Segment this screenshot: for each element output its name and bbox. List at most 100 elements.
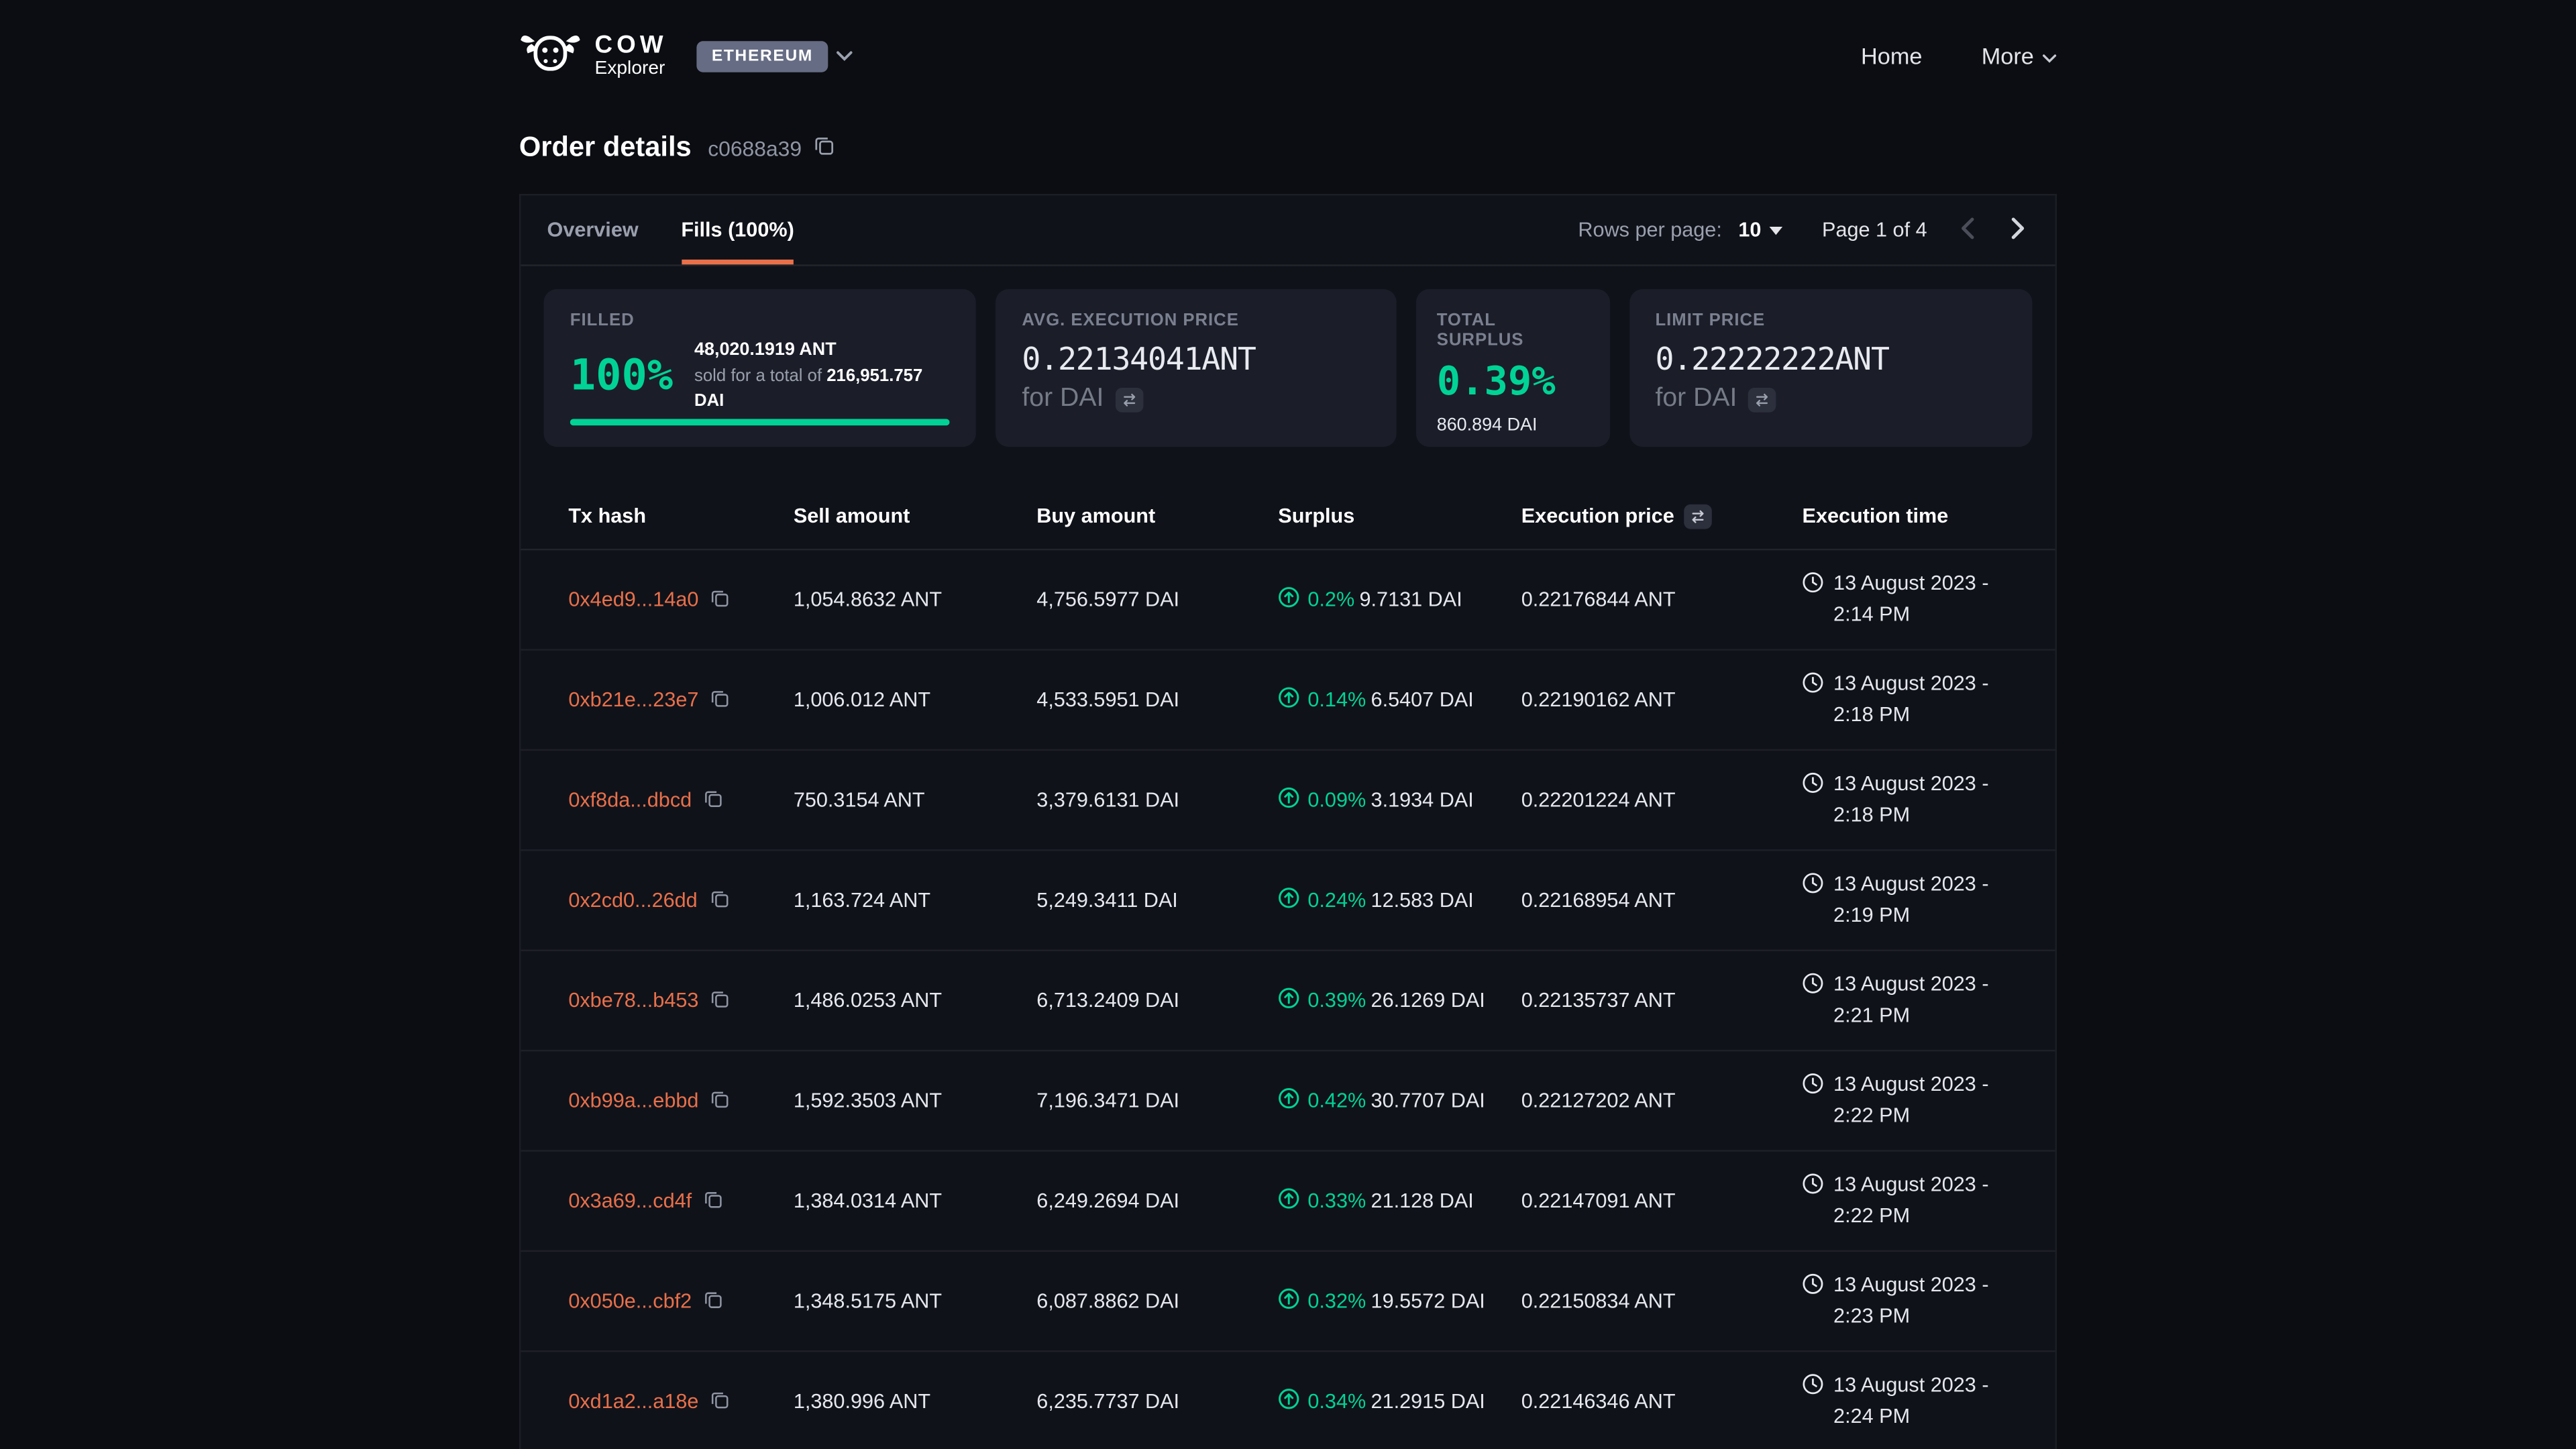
limit-price-label: LIMIT PRICE xyxy=(1656,311,2006,330)
surplus-percent: 0.2% xyxy=(1307,588,1354,611)
swap-icon xyxy=(1754,387,1772,412)
tx-hash-link[interactable]: 0x050e...cbf2 xyxy=(568,1289,692,1312)
table-header: Tx hash Sell amount Buy amount Surplus E… xyxy=(521,483,2055,550)
copy-tx-hash-button[interactable] xyxy=(710,688,730,712)
copy-tx-hash-button[interactable] xyxy=(703,788,722,812)
execution-time-cell: 13 August 2023 - 2:18 PM xyxy=(1803,669,2008,731)
total-surplus-amount: 860.894 DAI xyxy=(1437,416,1588,435)
execution-time-cell: 13 August 2023 - 2:22 PM xyxy=(1803,1170,2008,1232)
execution-time: 13 August 2023 - 2:22 PM xyxy=(1833,1170,1994,1232)
copy-icon xyxy=(710,988,730,1013)
buy-amount: 5,249.3411 DAI xyxy=(1036,889,1278,912)
clock-icon xyxy=(1803,769,1824,799)
execution-time-cell: 13 August 2023 - 2:24 PM xyxy=(1803,1371,2008,1432)
copy-icon xyxy=(703,1189,722,1214)
execution-time: 13 August 2023 - 2:24 PM xyxy=(1833,1371,1994,1432)
tab-overview[interactable]: Overview xyxy=(547,195,639,264)
tab-fills[interactable]: Fills (100%) xyxy=(681,195,794,264)
total-surplus-percent: 0.39% xyxy=(1437,358,1588,405)
invert-execution-price-button[interactable] xyxy=(1684,504,1712,529)
tx-hash-link[interactable]: 0xd1a2...a18e xyxy=(568,1390,698,1413)
sell-amount: 750.3154 ANT xyxy=(794,789,1036,812)
copy-tx-hash-button[interactable] xyxy=(709,888,729,913)
copy-tx-hash-button[interactable] xyxy=(703,1289,722,1313)
page: COW Explorer ETHEREUM Home More xyxy=(0,0,2576,1449)
execution-price: 0.22146346 ANT xyxy=(1521,1390,1803,1413)
clock-icon xyxy=(1803,970,1824,1000)
page-title: Order details xyxy=(519,131,692,164)
page-title-row: Order details c0688a39 xyxy=(519,128,2057,168)
chevron-left-icon xyxy=(1960,216,1975,244)
execution-price: 0.22190162 ANT xyxy=(1521,688,1803,711)
sell-amount: 1,348.5175 ANT xyxy=(794,1289,1036,1312)
surplus-amount: 19.5572 DAI xyxy=(1371,1289,1485,1312)
copy-tx-hash-button[interactable] xyxy=(710,588,730,612)
order-id: c0688a39 xyxy=(708,136,802,160)
arrow-up-circle-icon xyxy=(1278,1288,1299,1314)
summary-cards: FILLED 100% 48,020.1919 ANT sold for a t… xyxy=(521,266,2055,470)
chevron-down-icon xyxy=(836,41,852,70)
rows-per-page-select[interactable]: 10 xyxy=(1738,219,1782,241)
filled-progress-bar xyxy=(570,419,950,425)
copy-tx-hash-button[interactable] xyxy=(710,1389,730,1414)
filled-percent: 100% xyxy=(570,352,673,401)
tx-hash-link[interactable]: 0x3a69...cd4f xyxy=(568,1189,692,1212)
sell-amount: 1,380.996 ANT xyxy=(794,1390,1036,1413)
chevron-down-icon xyxy=(2042,43,2057,69)
order-fills-panel: Overview Fills (100%) Rows per page: 10 … xyxy=(519,194,2057,1449)
page-status: Page 1 of 4 xyxy=(1822,219,1927,241)
tab-bar: Overview Fills (100%) Rows per page: 10 … xyxy=(521,195,2055,266)
clock-icon xyxy=(1803,569,1824,598)
invert-price-button[interactable] xyxy=(1116,387,1144,412)
surplus-cell: 0.2% 9.7131 DAI xyxy=(1278,586,1521,612)
execution-price: 0.22127202 ANT xyxy=(1521,1089,1803,1112)
next-page-button[interactable] xyxy=(2008,213,2029,247)
surplus-percent: 0.34% xyxy=(1307,1390,1366,1413)
network-selector[interactable]: ETHEREUM xyxy=(697,40,853,72)
brand-name: COW xyxy=(595,33,667,59)
chevron-right-icon xyxy=(2011,216,2026,244)
arrow-up-circle-icon xyxy=(1278,887,1299,913)
tx-hash-link[interactable]: 0xb21e...23e7 xyxy=(568,688,698,711)
tx-hash-link[interactable]: 0x2cd0...26dd xyxy=(568,889,697,912)
table-row: 0xb21e...23e7 1,006.012 ANT 4,533.5951 D… xyxy=(521,651,2055,751)
tx-hash-link[interactable]: 0xb99a...ebbd xyxy=(568,1089,698,1112)
cow-explorer-logo[interactable]: COW Explorer xyxy=(519,32,667,80)
execution-price: 0.22147091 ANT xyxy=(1521,1189,1803,1212)
buy-amount: 6,235.7737 DAI xyxy=(1036,1390,1278,1413)
copy-tx-hash-button[interactable] xyxy=(710,1088,730,1113)
table-body: 0x4ed9...14a0 1,054.8632 ANT 4,756.5977 … xyxy=(521,550,2055,1449)
surplus-cell: 0.14% 6.5407 DAI xyxy=(1278,687,1521,713)
arrow-up-circle-icon xyxy=(1278,586,1299,612)
tx-hash-link[interactable]: 0xf8da...dbcd xyxy=(568,789,692,812)
execution-price: 0.22150834 ANT xyxy=(1521,1289,1803,1312)
surplus-percent: 0.24% xyxy=(1307,889,1366,912)
tx-hash-link[interactable]: 0x4ed9...14a0 xyxy=(568,588,698,611)
surplus-percent: 0.39% xyxy=(1307,989,1366,1012)
buy-amount: 6,249.2694 DAI xyxy=(1036,1189,1278,1212)
table-row: 0xd1a2...a18e 1,380.996 ANT 6,235.7737 D… xyxy=(521,1352,2055,1449)
surplus-cell: 0.39% 26.1269 DAI xyxy=(1278,987,1521,1014)
tx-hash-link[interactable]: 0xbe78...b453 xyxy=(568,989,698,1012)
column-sell-amount: Sell amount xyxy=(794,504,1036,527)
total-surplus-card: TOTAL SURPLUS 0.39% 860.894 DAI xyxy=(1415,289,1609,447)
nav-home[interactable]: Home xyxy=(1861,43,1922,69)
copy-tx-hash-button[interactable] xyxy=(710,988,730,1013)
column-tx-hash: Tx hash xyxy=(568,504,794,527)
nav-more[interactable]: More xyxy=(1982,43,2057,69)
execution-price: 0.22135737 ANT xyxy=(1521,989,1803,1012)
previous-page-button[interactable] xyxy=(1957,213,1978,247)
execution-time: 13 August 2023 - 2:18 PM xyxy=(1833,769,1994,831)
table-row: 0xb99a...ebbd 1,592.3503 ANT 7,196.3471 … xyxy=(521,1051,2055,1151)
clock-icon xyxy=(1803,1271,1824,1300)
copy-order-id-button[interactable] xyxy=(813,135,835,161)
sell-amount: 1,486.0253 ANT xyxy=(794,989,1036,1012)
surplus-percent: 0.42% xyxy=(1307,1089,1366,1112)
sell-amount: 1,384.0314 ANT xyxy=(794,1189,1036,1212)
copy-tx-hash-button[interactable] xyxy=(703,1189,722,1214)
surplus-cell: 0.33% 21.128 DAI xyxy=(1278,1188,1521,1214)
invert-price-button[interactable] xyxy=(1749,387,1777,412)
buy-amount: 6,087.8862 DAI xyxy=(1036,1289,1278,1312)
surplus-amount: 9.7131 DAI xyxy=(1360,588,1462,611)
surplus-cell: 0.09% 3.1934 DAI xyxy=(1278,787,1521,813)
